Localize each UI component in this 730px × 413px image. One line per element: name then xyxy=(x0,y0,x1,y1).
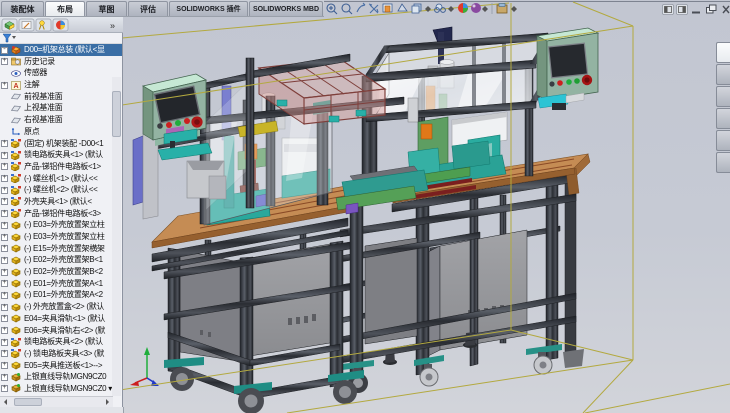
svg-text:»: » xyxy=(110,21,115,31)
svg-text:A: A xyxy=(13,83,18,90)
